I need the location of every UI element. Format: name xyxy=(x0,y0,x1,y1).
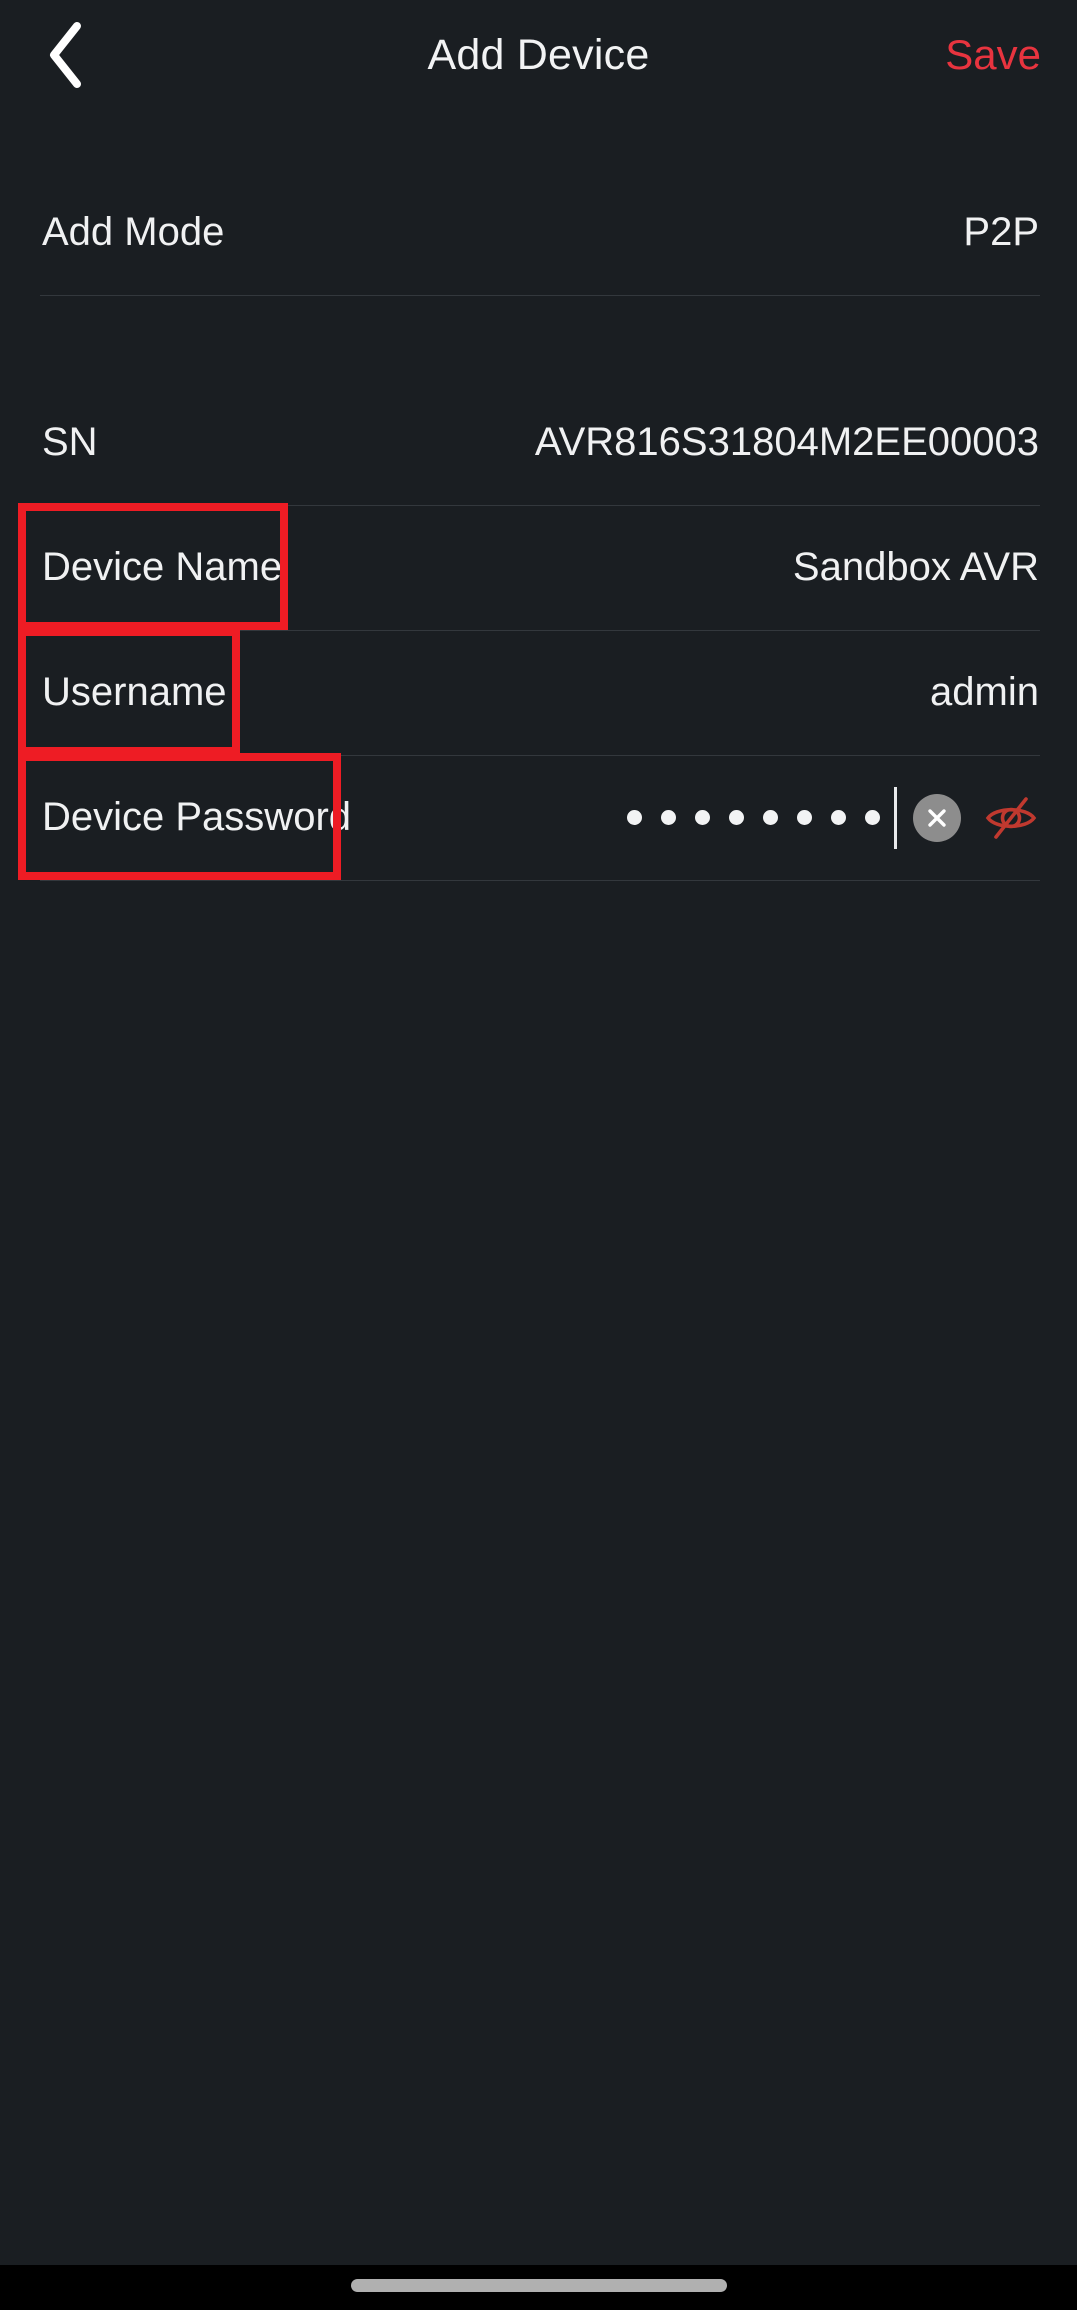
password-dot xyxy=(831,810,846,825)
text-caret xyxy=(894,786,897,849)
page-title: Add Device xyxy=(427,31,650,79)
row-add-mode[interactable]: Add Mode P2P xyxy=(0,170,1077,295)
sn-label: SN xyxy=(42,420,98,464)
device-password-label: Device Password xyxy=(42,795,352,839)
app-screen: Add Device Save Add Mode P2P SN AVR816S3… xyxy=(0,0,1077,2310)
device-name-input[interactable]: Sandbox AVR xyxy=(793,505,1039,630)
sn-value: AVR816S31804M2EE00003 xyxy=(534,420,1039,464)
save-button[interactable]: Save xyxy=(937,0,1049,110)
row-device-password[interactable]: Device Password xyxy=(0,755,1077,880)
password-dot xyxy=(729,810,744,825)
navigation-bar: Add Device Save xyxy=(0,0,1077,110)
password-dot xyxy=(797,810,812,825)
add-mode-label: Add Mode xyxy=(42,210,225,254)
home-indicator[interactable] xyxy=(350,2279,727,2292)
password-dot xyxy=(661,810,676,825)
username-input[interactable]: admin xyxy=(930,630,1039,755)
add-mode-value: P2P xyxy=(963,210,1039,254)
separator xyxy=(40,880,1040,881)
separator xyxy=(40,295,1040,296)
password-dot xyxy=(865,810,880,825)
username-label: Username xyxy=(42,670,227,714)
row-username[interactable]: Username admin xyxy=(0,630,1077,755)
close-circle-icon[interactable] xyxy=(913,793,961,842)
device-password-field[interactable] xyxy=(627,755,1039,880)
device-name-label: Device Name xyxy=(42,545,283,589)
eye-off-icon[interactable] xyxy=(983,790,1039,846)
password-dot xyxy=(627,810,642,825)
row-sn[interactable]: SN AVR816S31804M2EE00003 xyxy=(0,380,1077,505)
row-device-name[interactable]: Device Name Sandbox AVR xyxy=(0,505,1077,630)
password-dot xyxy=(695,810,710,825)
password-dot xyxy=(763,810,778,825)
password-masked-value[interactable] xyxy=(627,810,880,825)
home-indicator-area xyxy=(0,2265,1077,2310)
